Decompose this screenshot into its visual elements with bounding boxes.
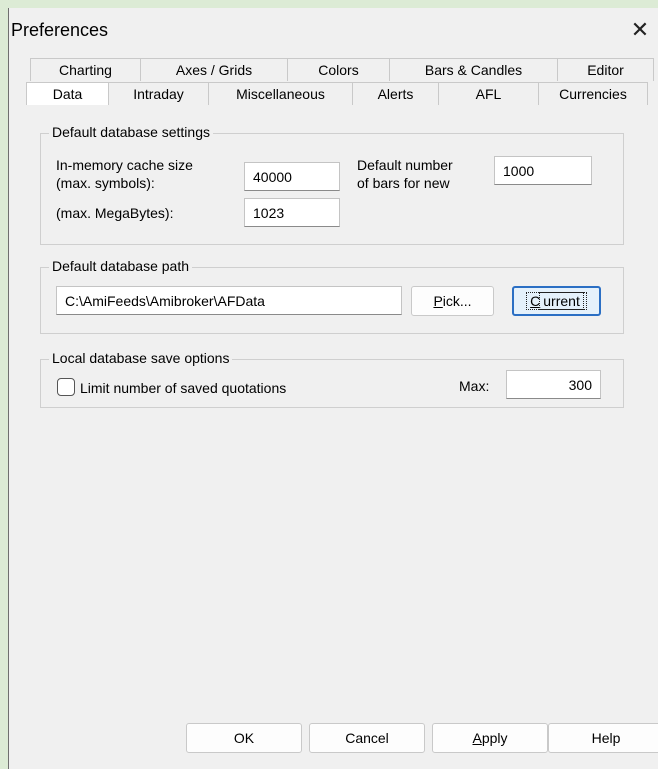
- title-bar: Preferences ✕: [9, 8, 658, 54]
- tab-miscellaneous[interactable]: Miscellaneous: [208, 82, 352, 105]
- pick-button[interactable]: Pick...: [411, 286, 494, 316]
- group-database-settings-title: Default database settings: [49, 124, 213, 140]
- cache-symbols-label: (max. symbols):: [56, 175, 155, 191]
- ok-button[interactable]: OK: [186, 723, 302, 753]
- group-database-path-title: Default database path: [49, 258, 192, 274]
- default-bars-label-1: Default number: [357, 157, 453, 173]
- max-label: Max:: [459, 378, 490, 394]
- tab-charting[interactable]: Charting: [30, 58, 140, 81]
- tab-bars-candles[interactable]: Bars & Candles: [389, 58, 557, 81]
- current-button-label: Current: [526, 292, 587, 310]
- limit-quotations-label: Limit number of saved quotations: [80, 380, 287, 396]
- current-button[interactable]: Current: [512, 286, 601, 316]
- tab-data[interactable]: Data: [26, 82, 108, 105]
- tab-axes-grids[interactable]: Axes / Grids: [140, 58, 287, 81]
- tab-alerts[interactable]: Alerts: [352, 82, 438, 105]
- tab-row-back: Charting Axes / Grids Colors Bars & Cand…: [30, 58, 654, 81]
- apply-button[interactable]: Apply: [432, 723, 548, 753]
- pick-button-label: Pick...: [433, 293, 472, 309]
- database-path-input[interactable]: [56, 286, 402, 315]
- tab-row-front: Data Intraday Miscellaneous Alerts AFL C…: [26, 82, 648, 105]
- limit-quotations-checkbox[interactable]: [57, 378, 75, 396]
- max-quotations-input[interactable]: [506, 370, 601, 399]
- default-bars-input[interactable]: [494, 156, 592, 185]
- apply-button-label: Apply: [472, 730, 508, 746]
- tab-intraday[interactable]: Intraday: [108, 82, 208, 105]
- window-title: Preferences: [11, 20, 109, 40]
- tab-currencies[interactable]: Currencies: [538, 82, 648, 105]
- current-button-text: urrent: [539, 292, 584, 310]
- tab-editor[interactable]: Editor: [557, 58, 654, 81]
- close-icon[interactable]: ✕: [626, 16, 654, 44]
- cancel-button[interactable]: Cancel: [309, 723, 425, 753]
- cache-size-label: In-memory cache size: [56, 157, 193, 173]
- pick-button-text: ick...: [442, 293, 472, 309]
- tab-afl[interactable]: AFL: [438, 82, 538, 105]
- cache-symbols-input[interactable]: [244, 162, 340, 191]
- default-bars-label-2: of bars for new: [357, 175, 450, 191]
- group-save-options-title: Local database save options: [49, 350, 233, 366]
- help-button[interactable]: Help: [548, 723, 658, 753]
- cache-megabytes-input[interactable]: [244, 198, 340, 227]
- tab-colors[interactable]: Colors: [287, 58, 389, 81]
- apply-button-text: pply: [481, 730, 508, 746]
- cache-megabytes-label: (max. MegaBytes):: [56, 205, 174, 221]
